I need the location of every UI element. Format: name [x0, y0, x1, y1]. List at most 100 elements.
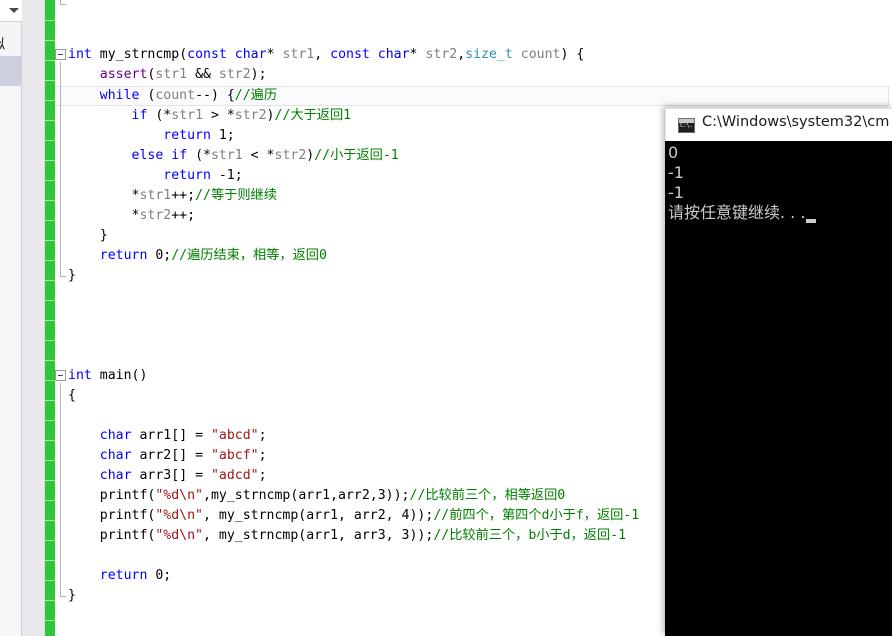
code-token: ,	[314, 47, 331, 62]
fold-guide-foot	[60, 276, 66, 277]
left-dock-toolbar[interactable]	[0, 0, 22, 22]
code-token: main	[99, 368, 132, 383]
left-dock-list[interactable]	[0, 86, 21, 636]
editor-gutter[interactable]	[22, 0, 45, 636]
code-line[interactable]: {	[68, 386, 76, 406]
code-token: *	[68, 208, 140, 223]
code-token: str1	[139, 188, 172, 203]
code-line[interactable]: *str2++;	[68, 206, 196, 226]
fold-collapse-button[interactable]	[55, 49, 66, 60]
code-token: const	[187, 47, 227, 62]
console-title-bar[interactable]: C:\Windows\system32\cm	[665, 108, 892, 141]
code-token: int	[68, 47, 92, 62]
change-bar-tick	[45, 480, 55, 481]
code-line[interactable]: if (*str1 > *str2)//大于返回1	[68, 106, 352, 126]
code-line[interactable]: }	[68, 266, 76, 286]
code-token: if	[131, 108, 148, 123]
code-line[interactable]: }	[68, 226, 108, 246]
change-bar-tick	[45, 200, 55, 201]
code-token: ,	[338, 508, 354, 523]
change-bar-tick	[45, 340, 55, 341]
code-token: ,	[203, 528, 219, 543]
code-token: < *	[242, 148, 275, 163]
code-token: ,	[203, 488, 211, 503]
fold-collapse-button[interactable]	[55, 370, 66, 381]
left-dock-selected-item[interactable]	[0, 56, 21, 86]
code-token: arr2	[338, 488, 370, 503]
code-token: ;	[258, 468, 267, 483]
left-dock-panel[interactable]: 拟	[0, 0, 22, 636]
code-line[interactable]: return 1;	[68, 126, 235, 146]
code-token: "%d\n"	[155, 488, 203, 503]
code-line[interactable]: *str1++;//等于则继续	[68, 186, 277, 206]
code-token: 1;	[210, 128, 235, 143]
code-token: {	[68, 388, 76, 403]
code-token: str2	[218, 67, 251, 82]
code-token: str1	[171, 108, 204, 123]
code-token: my_strncmp	[210, 488, 291, 503]
code-token: my_strncmp	[99, 47, 180, 62]
code-line[interactable]: else if (*str1 < *str2)//小于返回-1	[68, 146, 399, 166]
code-token: str1	[282, 47, 315, 62]
code-line[interactable]: assert(str1 && str2);	[68, 65, 267, 85]
code-token: , 4));	[385, 508, 434, 523]
code-token: return	[163, 128, 211, 143]
code-line[interactable]: }	[68, 586, 76, 606]
left-dock-label: 拟	[0, 36, 19, 54]
code-token: count	[520, 47, 561, 62]
code-token: arr3	[353, 528, 386, 543]
screen: 拟 */ int my_strncmp(const char* str1, co…	[0, 0, 892, 636]
code-line[interactable]: return 0;//遍历结束，相等，返回0	[68, 246, 327, 266]
code-line[interactable]: printf("%d\n", my_strncmp(arr1, arr3, 3)…	[68, 526, 626, 546]
code-line[interactable]: return -1;	[68, 166, 243, 186]
console-output[interactable]: 0 -1 -1 请按任意键继续. . .	[665, 141, 892, 636]
code-line-clipped: */	[68, 0, 84, 6]
code-token: -1;	[210, 168, 243, 183]
change-bar-tick	[45, 460, 55, 461]
code-token: }	[68, 268, 76, 283]
change-bar-tick	[45, 100, 55, 101]
code-line[interactable]: char arr1[] = "abcd";	[68, 426, 267, 446]
code-line[interactable]: return 0;	[68, 566, 171, 586]
code-token: ;	[258, 428, 267, 443]
code-token: size_t	[465, 47, 513, 62]
code-token: ++;	[171, 208, 196, 223]
code-line[interactable]: printf("%d\n", my_strncmp(arr1, arr2, 4)…	[68, 506, 639, 526]
code-token: ,	[457, 47, 466, 62]
code-token: ,	[338, 528, 354, 543]
code-line[interactable]: int main()	[68, 366, 147, 386]
fold-guide-line	[60, 62, 61, 276]
code-token: printf	[99, 508, 148, 523]
console-output-line: 请按任意键继续. . .	[668, 203, 806, 222]
change-bar-tick	[45, 160, 55, 161]
code-token: "%d\n"	[155, 508, 203, 523]
change-bar-tick	[45, 580, 55, 581]
code-token: }	[68, 228, 108, 243]
code-line[interactable]: printf("%d\n",my_strncmp(arr1,arr2,3));/…	[68, 486, 565, 506]
console-window[interactable]: C:\Windows\system32\cm 0-1-1请按任意键继续. . .	[665, 108, 892, 636]
code-token: str2	[274, 148, 307, 163]
code-token: else	[131, 148, 164, 163]
change-bar-tick	[45, 240, 55, 241]
code-token: arr2	[139, 448, 172, 463]
code-token: ,	[203, 508, 219, 523]
code-line[interactable]: while (count--) {//遍历	[68, 86, 277, 106]
code-token: ) {	[560, 47, 585, 62]
fold-guide-foot	[60, 4, 66, 5]
code-token: [] =	[171, 468, 211, 483]
code-line[interactable]: char arr2[] = "abcf";	[68, 446, 267, 466]
code-line[interactable]: char arr3[] = "adcd";	[68, 466, 267, 486]
code-token: assert	[99, 67, 148, 82]
chevron-down-icon[interactable]	[9, 8, 19, 13]
code-token: str2	[234, 108, 267, 123]
code-token: 0;	[147, 248, 172, 263]
code-token: printf	[99, 528, 148, 543]
code-line[interactable]: int my_strncmp(const char* str1, const c…	[68, 45, 584, 65]
